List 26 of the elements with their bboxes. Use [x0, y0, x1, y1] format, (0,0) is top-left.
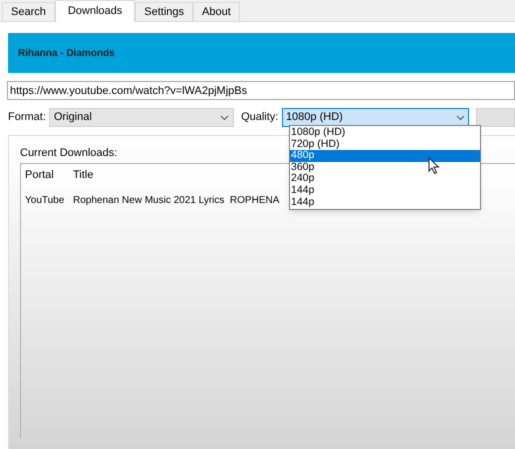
caret-icon [220, 114, 230, 120]
tab[interactable]: Settings [135, 2, 194, 21]
cursor-icon [428, 157, 440, 175]
column-header[interactable]: Portal [25, 166, 73, 184]
banner-title: Rihanna - Diamonds [18, 46, 115, 60]
quality-dropdown[interactable]: 1080p (HD) [282, 108, 470, 127]
dropdown-option[interactable]: 1080p (HD) [290, 127, 480, 139]
dropdown-option[interactable]: 240p [290, 173, 480, 185]
column-header[interactable]: Title [73, 166, 94, 184]
url-field[interactable]: https://www.youtube.com/watch?v=lWA2pjMjpBs [7, 81, 515, 100]
tab[interactable]: Search [2, 2, 55, 21]
dropdown-option[interactable]: 480p [290, 150, 480, 162]
format-label: Format: [8, 110, 47, 126]
dropdown-option[interactable]: 360p [290, 162, 480, 174]
section-title: Current Downloads: [20, 146, 118, 159]
button[interactable] [476, 108, 515, 127]
dropdown-option[interactable]: 720p (HD) [290, 138, 480, 150]
table-cell-text: Rophenan New Music 2021 Lyrics ROPHENA [73, 194, 280, 208]
tab[interactable]: About [193, 2, 240, 21]
dropdown-option[interactable]: 144p [290, 196, 480, 208]
tab[interactable]: Downloads [54, 0, 136, 22]
quality-label: Quality: [241, 110, 280, 126]
table-cell-text: YouTube [25, 194, 66, 208]
format-dropdown[interactable]: Original [48, 108, 234, 127]
caret-icon [456, 114, 466, 120]
dropdown-option[interactable]: 144p [290, 184, 480, 197]
